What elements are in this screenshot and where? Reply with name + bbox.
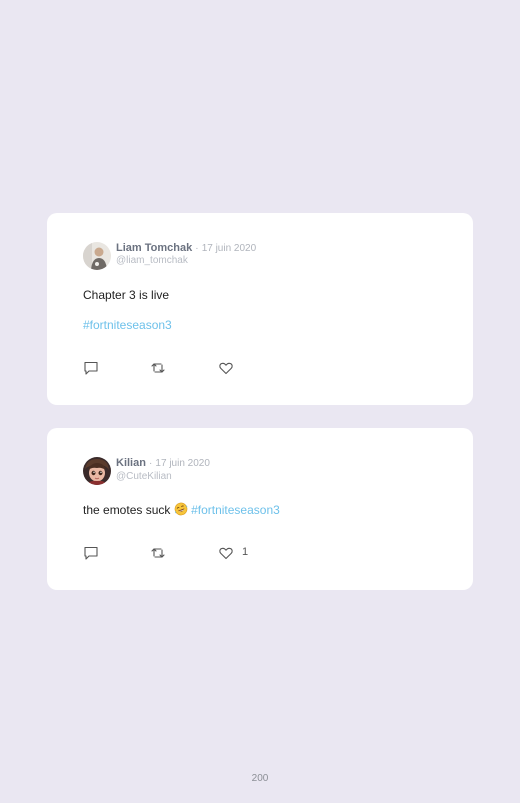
tweet-date[interactable]: 17 juin 2020 bbox=[202, 243, 257, 254]
tweet-card: Liam Tomchak · 17 juin 2020 @liam_tomcha… bbox=[47, 213, 473, 405]
hashtag-link[interactable]: #fortniteseason3 bbox=[83, 318, 172, 332]
page-number: 200 bbox=[251, 773, 269, 784]
tweet-card: Kilian · 17 juin 2020 @CuteKilian the em… bbox=[47, 428, 473, 590]
avatar[interactable] bbox=[83, 242, 111, 270]
tweet-text-line: the emotes suck #fortniteseason3 bbox=[83, 502, 280, 520]
separator: · bbox=[195, 243, 199, 254]
heart-icon[interactable] bbox=[218, 545, 234, 561]
retweet-icon[interactable] bbox=[150, 545, 166, 561]
heart-icon[interactable] bbox=[218, 360, 234, 376]
comment-icon[interactable] bbox=[83, 545, 99, 561]
avatar[interactable] bbox=[83, 457, 111, 485]
rofl-emoji-icon bbox=[174, 502, 188, 520]
retweet-icon[interactable] bbox=[150, 360, 166, 376]
separator: · bbox=[149, 458, 153, 469]
like-count: 1 bbox=[242, 546, 249, 558]
author-name[interactable]: Kilian bbox=[116, 457, 146, 469]
tweet-header: Kilian · 17 juin 2020 bbox=[116, 457, 210, 470]
comment-icon[interactable] bbox=[83, 360, 99, 376]
tweet-header: Liam Tomchak · 17 juin 2020 bbox=[116, 242, 256, 255]
tweet-text: the emotes suck bbox=[83, 503, 171, 517]
tweet-text: Chapter 3 is live bbox=[83, 288, 170, 302]
author-name[interactable]: Liam Tomchak bbox=[116, 242, 192, 254]
author-handle[interactable]: @CuteKilian bbox=[116, 471, 172, 483]
tweet-date[interactable]: 17 juin 2020 bbox=[155, 458, 210, 469]
hashtag-link[interactable]: #fortniteseason3 bbox=[191, 503, 280, 517]
author-handle[interactable]: @liam_tomchak bbox=[116, 255, 188, 267]
